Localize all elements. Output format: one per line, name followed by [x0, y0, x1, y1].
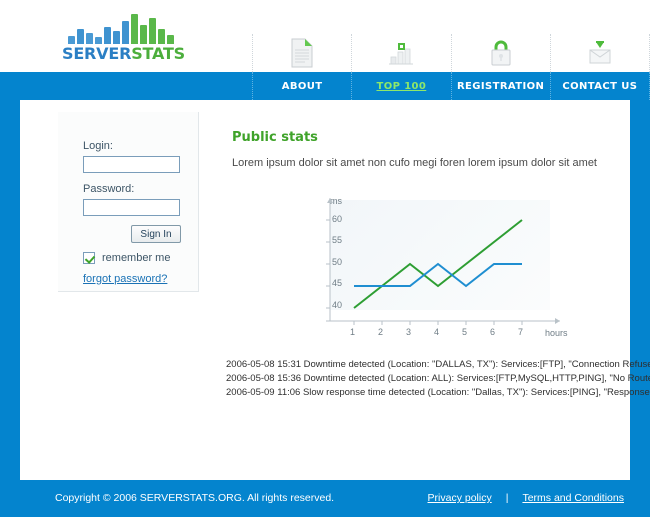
- chart-canvas: [326, 198, 560, 325]
- content-panel: Login: Password: Sign In remember me for…: [20, 100, 650, 480]
- remember-me-checkbox[interactable]: [83, 252, 95, 264]
- login-input[interactable]: [83, 156, 180, 173]
- terms-and-conditions-link[interactable]: Terms and Conditions: [522, 492, 624, 504]
- event-log-list: 2006-05-08 15:31 Downtime detected (Loca…: [226, 358, 650, 400]
- document-icon: [291, 38, 313, 68]
- main-column: Public stats Lorem ipsum dolor sit amet …: [212, 100, 650, 480]
- password-input[interactable]: [83, 199, 180, 216]
- logo-bar: [167, 35, 174, 44]
- page-title: Public stats: [232, 130, 318, 145]
- login-panel: Login: Password: Sign In remember me for…: [58, 112, 199, 292]
- log-entry: 2006-05-08 15:31 Downtime detected (Loca…: [226, 359, 650, 370]
- forgot-password-link[interactable]: forgot password?: [83, 273, 167, 285]
- envelope-icon: [589, 41, 611, 64]
- sign-in-button[interactable]: Sign In: [131, 225, 181, 243]
- bar-chart-icon: [389, 43, 414, 65]
- lock-icon: [491, 40, 511, 66]
- log-entry: 2006-05-08 15:36 Downtime detected (Loca…: [226, 373, 650, 384]
- main-navigation: ABOUT TOP 100 REGISTRATION CONTACT US: [0, 72, 650, 100]
- copyright-text: Copyright © 2006 SERVERSTATS.ORG. All ri…: [55, 492, 335, 504]
- nav-icon-row: [252, 34, 650, 72]
- remember-me-label: remember me: [102, 252, 171, 264]
- logo-bar: [140, 25, 147, 44]
- privacy-policy-link[interactable]: Privacy policy: [428, 492, 492, 504]
- logo-bar: [77, 29, 84, 44]
- nav-icon-cell-top100[interactable]: [352, 34, 452, 72]
- nav-icon-cell-about[interactable]: [252, 34, 353, 72]
- site-footer: Copyright © 2006 SERVERSTATS.ORG. All ri…: [0, 480, 650, 517]
- logo-bar: [86, 33, 93, 44]
- logo-bar: [68, 36, 75, 44]
- stats-line-chart: ms 60 55 50 45 40 1 2 3 4 5 6 7 hours: [290, 190, 590, 350]
- logo-text-server: SERVER: [62, 44, 132, 63]
- logo-bar: [104, 27, 111, 44]
- site-header: SERVERSTATS: [0, 0, 650, 72]
- logo-bar-chart-icon: [68, 14, 176, 44]
- logo-text-stats: STATS: [131, 44, 185, 63]
- log-entry: 2006-05-09 11:06 Slow response time dete…: [226, 387, 650, 398]
- login-field-label: Login:: [83, 140, 113, 152]
- nav-icon-cell-registration[interactable]: [452, 34, 551, 72]
- nav-item-top100[interactable]: TOP 100: [352, 72, 452, 100]
- nav-icon-cell-contact[interactable]: [551, 34, 650, 72]
- logo-bar: [131, 14, 138, 44]
- chart-axes: [326, 198, 560, 325]
- footer-links: Privacy policy | Terms and Conditions: [428, 492, 624, 504]
- logo-text: SERVERSTATS: [62, 44, 185, 63]
- logo-bar: [113, 31, 120, 44]
- logo-bar: [158, 29, 165, 44]
- intro-paragraph: Lorem ipsum dolor sit amet non cufo megi…: [232, 157, 597, 169]
- footer-separator: |: [505, 492, 509, 504]
- logo[interactable]: SERVERSTATS: [62, 14, 185, 63]
- chart-series-blue: [354, 262, 522, 288]
- logo-bar: [149, 18, 156, 44]
- password-field-label: Password:: [83, 183, 135, 195]
- nav-item-contact-us[interactable]: CONTACT US: [551, 72, 650, 100]
- logo-bar: [95, 37, 102, 44]
- nav-link-row: ABOUT TOP 100 REGISTRATION CONTACT US: [252, 72, 650, 100]
- nav-item-about[interactable]: ABOUT: [252, 72, 353, 100]
- remember-me-row[interactable]: remember me: [83, 251, 170, 265]
- nav-item-registration[interactable]: REGISTRATION: [452, 72, 551, 100]
- logo-bar: [122, 21, 129, 44]
